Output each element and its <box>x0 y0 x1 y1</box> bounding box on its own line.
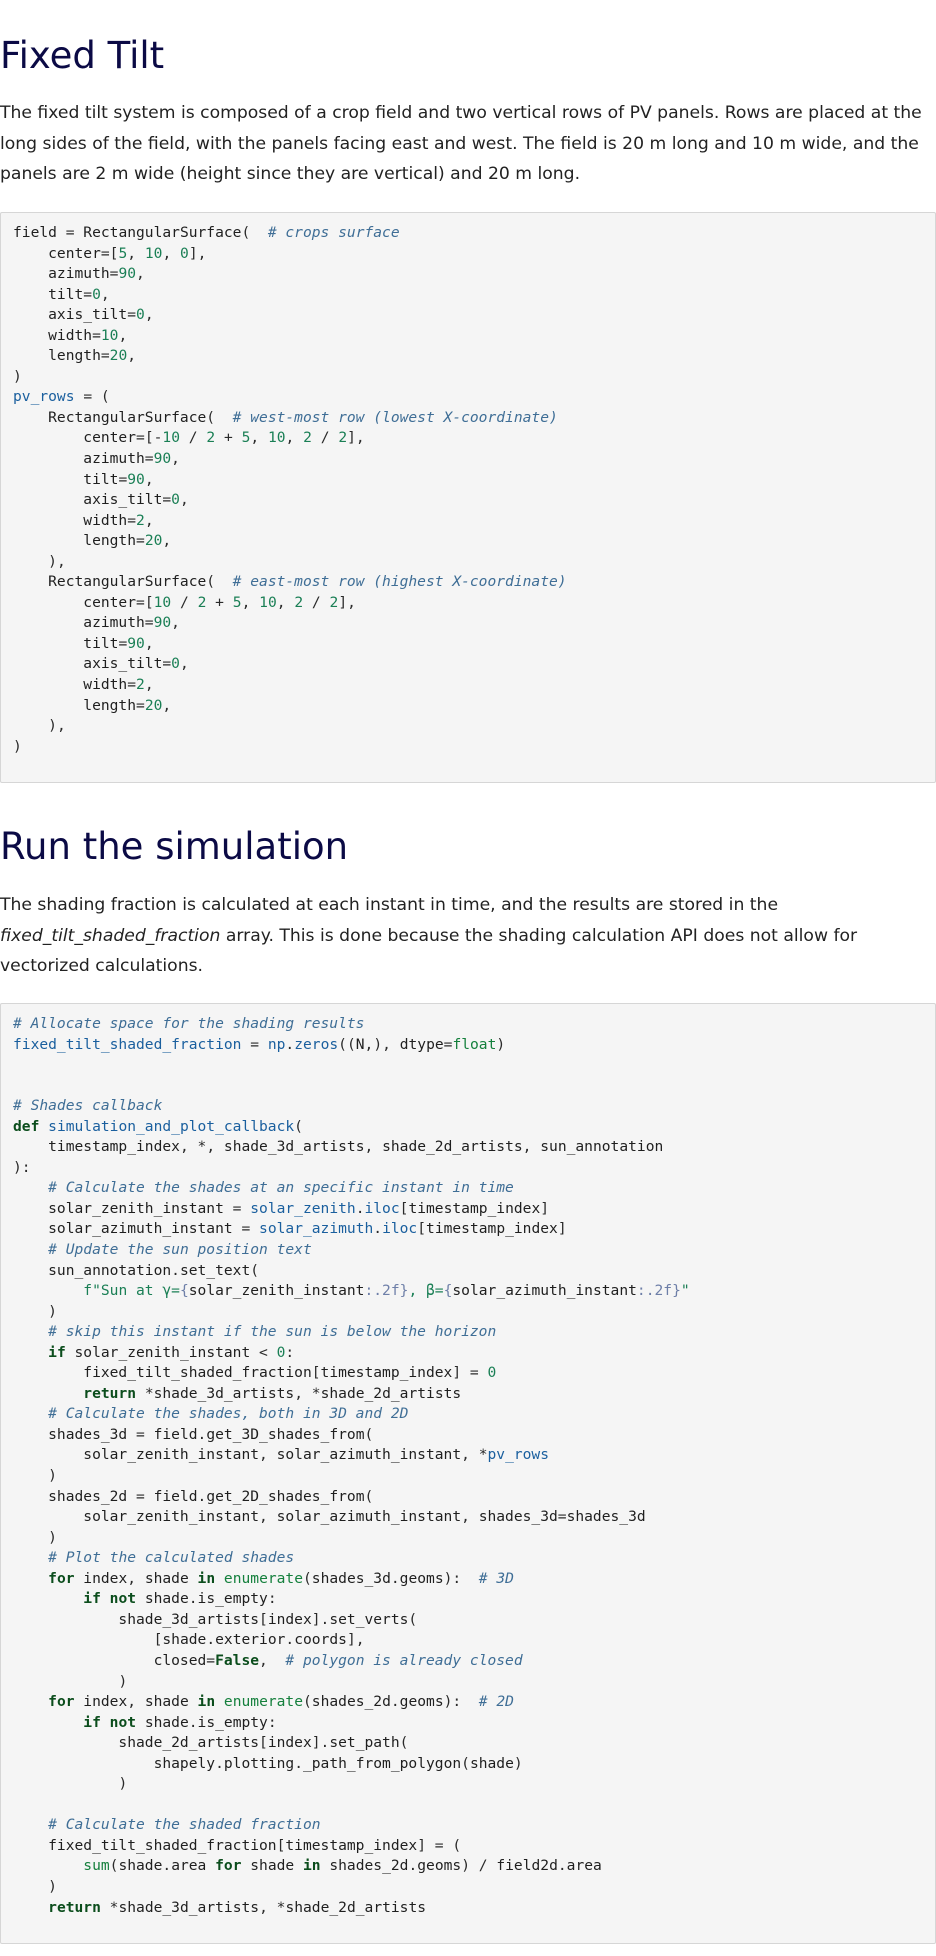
code-simulation: # Allocate space for the shading results… <box>13 1015 690 1916</box>
array-name-emphasis: fixed_tilt_shaded_fraction <box>0 925 221 946</box>
code-block-fixed-tilt[interactable]: field = RectangularSurface( # crops surf… <box>0 212 936 783</box>
code-fixed-tilt: field = RectangularSurface( # crops surf… <box>13 224 567 755</box>
fixed-tilt-description: The fixed tilt system is composed of a c… <box>0 103 922 184</box>
run-simulation-description: The shading fraction is calculated at ea… <box>0 890 934 982</box>
section-heading-run-simulation: Run the simulation <box>0 825 349 868</box>
section-heading-fixed-tilt: Fixed Tilt <box>0 34 165 77</box>
code-block-simulation[interactable]: # Allocate space for the shading results… <box>0 1003 936 1944</box>
paragraph-text-start: The shading fraction is calculated at ea… <box>0 895 779 915</box>
